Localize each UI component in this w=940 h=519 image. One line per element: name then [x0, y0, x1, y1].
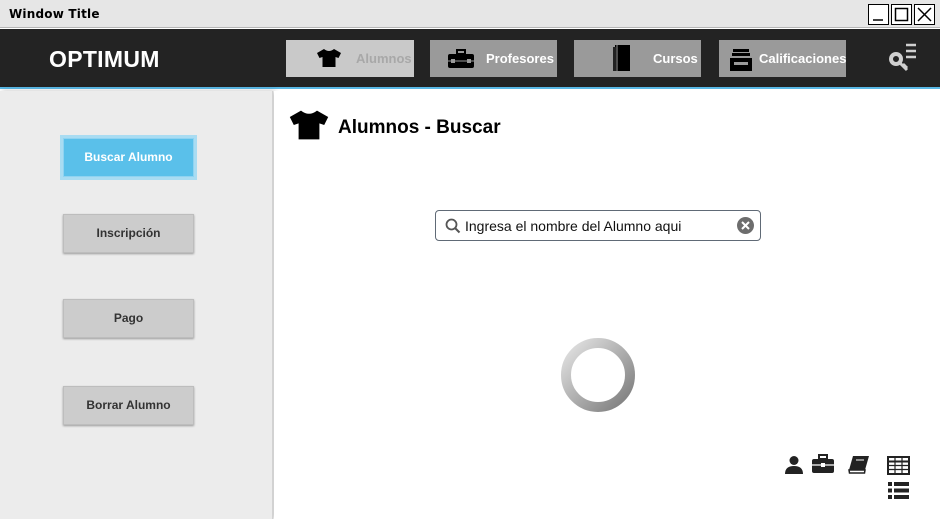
maximize-icon	[894, 7, 909, 22]
list-icon[interactable]	[887, 481, 910, 500]
inbox-tray-icon	[730, 49, 752, 71]
nav-profesores[interactable]: Profesores	[430, 40, 557, 77]
sidebar-item-buscar-alumno[interactable]: Buscar Alumno	[63, 138, 194, 177]
search-box	[435, 210, 761, 241]
clear-icon[interactable]	[736, 216, 755, 235]
minimize-button[interactable]	[868, 4, 889, 25]
app-logo: OPTIMUM	[49, 46, 160, 72]
table-icon[interactable]	[887, 456, 910, 475]
sidebar-item-inscripcion[interactable]: Inscripción	[63, 214, 194, 253]
app-header: OPTIMUM Alumnos Profesores Cursos Califi…	[0, 29, 940, 89]
tshirt-icon	[317, 49, 341, 67]
nav-label: Profesores	[486, 51, 554, 66]
sidebar-item-borrar-alumno[interactable]: Borrar Alumno	[63, 386, 194, 425]
page-title: Alumnos - Buscar	[338, 117, 501, 138]
nav-alumnos[interactable]: Alumnos	[286, 40, 414, 77]
loading-spinner-icon	[561, 338, 635, 412]
window-title: Window Title	[9, 7, 100, 21]
nav-cursos[interactable]: Cursos	[574, 40, 701, 77]
book-icon[interactable]	[848, 455, 870, 475]
sidebar: Buscar Alumno Inscripción Pago Borrar Al…	[0, 91, 273, 519]
nav-label: Calificaciones	[759, 51, 847, 66]
minimize-icon	[873, 19, 883, 21]
nav-label: Cursos	[653, 51, 698, 66]
maximize-button[interactable]	[891, 4, 912, 25]
main-content: Alumnos - Buscar	[274, 91, 940, 519]
search-input[interactable]	[465, 215, 730, 236]
search-icon	[445, 218, 461, 234]
nav-label: Alumnos	[356, 51, 412, 66]
nav-calificaciones[interactable]: Calificaciones	[719, 40, 846, 77]
tshirt-icon	[289, 110, 329, 140]
window-titlebar: Window Title	[0, 0, 940, 28]
book-icon	[613, 45, 630, 71]
briefcase-icon	[448, 49, 474, 68]
key-menu-icon[interactable]	[888, 41, 918, 73]
briefcase-icon[interactable]	[811, 454, 835, 474]
user-icon[interactable]	[784, 455, 804, 475]
close-button[interactable]	[914, 4, 935, 25]
sidebar-item-pago[interactable]: Pago	[63, 299, 194, 338]
close-icon	[917, 7, 932, 22]
